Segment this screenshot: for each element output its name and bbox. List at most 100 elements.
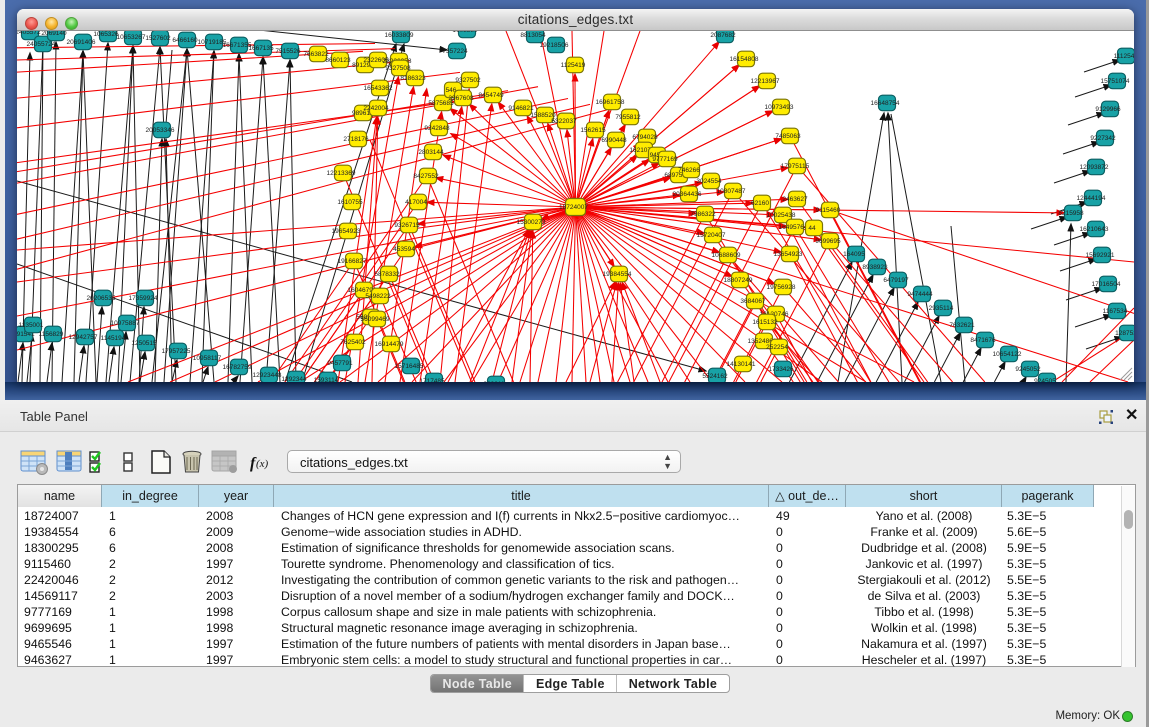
svg-text:8427552: 8427552: [413, 173, 439, 180]
svg-text:2069140: 2069140: [41, 31, 67, 37]
svg-text:56099469: 56099469: [361, 316, 390, 323]
svg-text:17359924: 17359924: [129, 295, 158, 302]
svg-text:7485063: 7485063: [775, 133, 801, 140]
svg-text:16914479: 16914479: [375, 341, 404, 348]
svg-text:2087682: 2087682: [710, 32, 736, 39]
svg-text:20364436: 20364436: [673, 191, 702, 198]
svg-text:1156829: 1156829: [39, 331, 64, 338]
svg-text:16210643: 16210643: [1080, 226, 1109, 233]
svg-text:7632621: 7632621: [949, 322, 975, 329]
svg-text:16154808: 16154808: [730, 56, 759, 63]
svg-text:2967608: 2967608: [448, 95, 474, 102]
svg-text:8938923: 8938923: [862, 264, 888, 271]
svg-text:1125419: 1125419: [561, 62, 586, 69]
svg-text:20691406: 20691406: [67, 39, 96, 46]
svg-text:24055724: 24055724: [27, 41, 56, 48]
svg-text:10653267: 10653267: [117, 34, 146, 41]
svg-text:1615132: 1615132: [752, 319, 778, 326]
svg-text:9474444: 9474444: [907, 291, 933, 298]
svg-text:16033809: 16033809: [385, 32, 414, 39]
svg-text:2718176: 2718176: [343, 136, 369, 143]
svg-text:17016504: 17016504: [1092, 281, 1121, 288]
svg-text:10973493: 10973493: [765, 104, 794, 111]
svg-text:1717485: 1717485: [419, 378, 445, 382]
svg-text:15716485: 15716485: [395, 363, 424, 370]
svg-text:2803144: 2803144: [418, 149, 444, 156]
svg-text:9245052: 9245052: [1015, 366, 1041, 373]
svg-text:9242848: 9242848: [424, 125, 450, 132]
svg-text:2935114: 2935114: [929, 305, 954, 312]
svg-text:5524162: 5524162: [702, 373, 728, 380]
svg-text:8813054: 8813054: [520, 32, 546, 39]
svg-text:16495764: 16495764: [779, 224, 808, 231]
svg-text:12213967: 12213967: [751, 78, 780, 85]
svg-text:(x): (x): [256, 458, 269, 470]
svg-text:2242004: 2242004: [363, 105, 389, 112]
svg-text:13654923: 13654923: [774, 251, 803, 258]
svg-text:5322037: 5322037: [551, 118, 577, 125]
svg-text:19166827: 19166827: [338, 258, 367, 265]
svg-text:3684067: 3684067: [740, 298, 766, 305]
svg-text:19756928: 19756928: [767, 284, 796, 291]
svg-text:1065326: 1065326: [93, 31, 119, 38]
svg-text:3024554: 3024554: [696, 178, 722, 185]
svg-text:5878332: 5878332: [374, 271, 400, 278]
svg-text:453594: 453594: [393, 246, 415, 253]
svg-text:1733426: 1733426: [768, 366, 794, 373]
svg-text:44: 44: [808, 225, 816, 232]
svg-text:6479197: 6479197: [883, 277, 909, 284]
svg-text:20053346: 20053346: [146, 127, 175, 134]
svg-text:7515526: 7515526: [275, 48, 301, 55]
svg-text:9699695: 9699695: [815, 238, 841, 245]
svg-text:10688609: 10688609: [712, 252, 741, 259]
svg-text:1250515: 1250515: [131, 340, 157, 347]
svg-text:1603380: 1603380: [452, 31, 478, 34]
svg-text:19384554: 19384554: [603, 271, 632, 278]
svg-text:1562615: 1562615: [580, 127, 606, 134]
svg-text:19218506: 19218506: [540, 42, 569, 49]
svg-text:15720407: 15720407: [697, 232, 726, 239]
svg-text:2463627: 2463627: [782, 196, 808, 203]
svg-text:8215958: 8215958: [1058, 210, 1084, 217]
svg-text:1135001: 1135001: [19, 322, 44, 329]
svg-text:16782759: 16782759: [223, 364, 252, 371]
svg-text:10807487: 10807487: [717, 188, 746, 195]
svg-text:417004: 417004: [405, 199, 427, 206]
svg-text:19654923: 19654923: [332, 228, 361, 235]
svg-text:15692921: 15692921: [1086, 252, 1115, 259]
svg-text:14130141: 14130141: [727, 361, 756, 368]
svg-text:7986322: 7986322: [690, 211, 716, 218]
svg-text:9777169: 9777169: [652, 156, 678, 163]
svg-text:1610755: 1610755: [337, 199, 363, 206]
svg-text:6990448: 6990448: [601, 137, 627, 144]
svg-text:9115460: 9115460: [816, 207, 841, 214]
svg-text:7357224: 7357224: [442, 48, 468, 55]
svg-text:16648754: 16648754: [871, 100, 900, 107]
svg-text:10025438: 10025438: [767, 212, 796, 219]
svg-text:62160: 62160: [751, 200, 769, 207]
svg-text:128753: 128753: [1115, 330, 1134, 337]
svg-text:252254: 252254: [766, 344, 788, 351]
svg-text:9457791: 9457791: [327, 360, 353, 367]
svg-text:20206535: 20206535: [87, 295, 116, 302]
svg-text:924505: 924505: [1034, 378, 1056, 382]
svg-text:8454749: 8454749: [478, 92, 504, 99]
svg-text:10975887: 10975887: [111, 320, 140, 327]
svg-text:18807249: 18807249: [724, 277, 753, 284]
svg-text:1145194: 1145194: [101, 335, 126, 342]
svg-text:10958117: 10958117: [193, 355, 222, 362]
svg-text:1667135: 1667135: [248, 45, 274, 52]
svg-text:12942757: 12942757: [69, 334, 98, 341]
svg-text:9327502: 9327502: [455, 77, 481, 84]
svg-text:8186323: 8186323: [400, 75, 426, 82]
svg-text:12923448: 12923448: [253, 372, 282, 379]
svg-text:12213369: 12213369: [327, 170, 356, 177]
svg-text:5498222: 5498222: [365, 293, 391, 300]
svg-text:1527602: 1527602: [145, 35, 171, 42]
svg-text:17975115: 17975115: [781, 163, 810, 170]
svg-text:1167534: 1167534: [1103, 308, 1128, 315]
svg-text:9326715: 9326715: [394, 222, 420, 229]
svg-text:12444194: 12444194: [1077, 195, 1106, 202]
svg-text:6794028: 6794028: [632, 134, 658, 141]
svg-text:12093872: 12093872: [1080, 164, 1109, 171]
